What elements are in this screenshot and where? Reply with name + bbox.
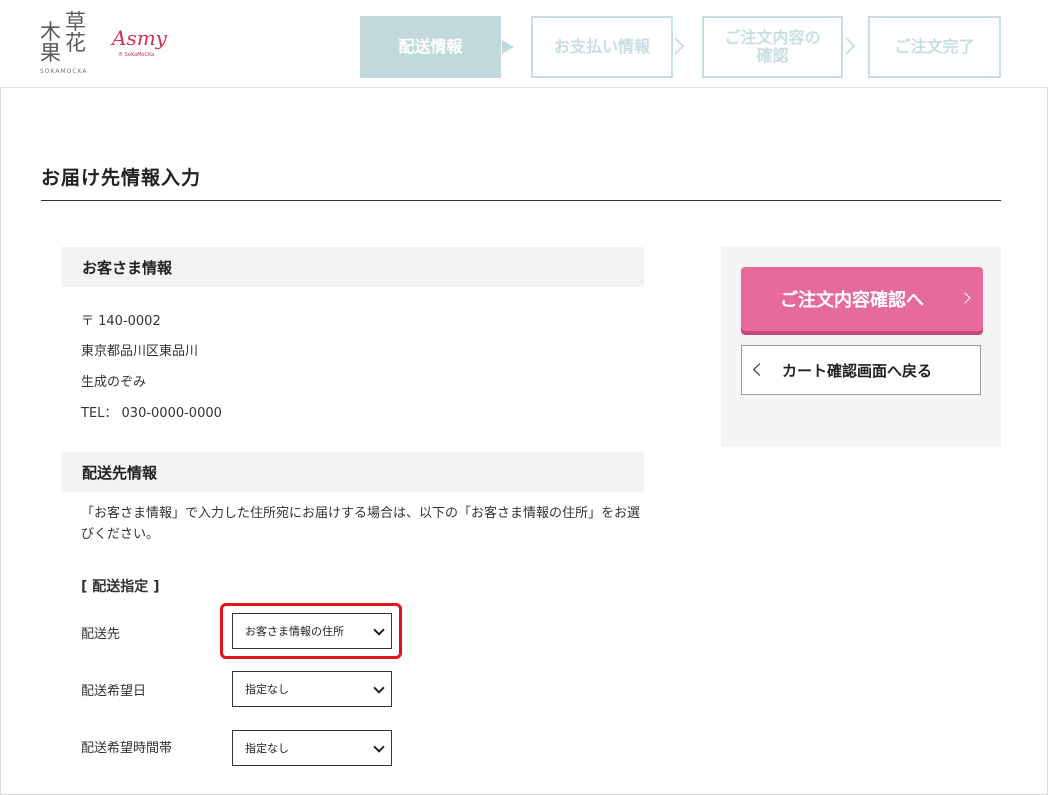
step-label: ご注文完了 — [894, 37, 975, 57]
chevron-right-icon — [959, 292, 971, 304]
delivery-date-label: 配送希望日 — [81, 684, 147, 699]
button-label: ご注文内容確認へ — [780, 290, 924, 311]
asmy-logo-text: Asmy — [112, 26, 167, 50]
delivery-date-select[interactable]: 指定なし — [232, 671, 392, 707]
section-heading-text: お客さま情報 — [82, 258, 173, 277]
logo-kanji: 果 — [40, 41, 61, 65]
customer-tel: TEL： 030-0000-0000 — [81, 406, 222, 421]
delivery-info-heading: 配送先情報 — [61, 452, 644, 492]
step-order-complete: ご注文完了 — [868, 16, 1001, 78]
delivery-spec-heading: [ 配送指定 ] — [81, 579, 160, 595]
logo-kanji: 花 — [65, 31, 86, 55]
customer-info-heading: お客さま情報 — [61, 247, 644, 287]
chevron-right-icon — [841, 40, 855, 54]
step-label: ご注文内容の 確認 — [724, 28, 821, 65]
chevron-down-icon — [373, 682, 385, 694]
step-label: お支払い情報 — [553, 37, 650, 57]
title-divider — [41, 200, 1001, 201]
page-title: お届け先情報入力 — [41, 167, 202, 189]
sokamocka-logo[interactable]: 草 花 木 果 SOKAMOCKA — [40, 12, 92, 76]
section-heading-text: 配送先情報 — [82, 463, 158, 482]
step-label: 配送情報 — [398, 37, 463, 57]
site-header: 草 花 木 果 SOKAMOCKA Asmy ® SoKaMoCKa 配送情報 … — [0, 0, 1048, 88]
delivery-time-select[interactable]: 指定なし — [232, 730, 392, 766]
customer-postal-code: 〒 140-0002 — [81, 314, 161, 329]
delivery-destination-label: 配送先 — [81, 627, 121, 642]
select-value: 指定なし — [245, 742, 289, 755]
chevron-right-icon — [502, 40, 514, 54]
chevron-down-icon — [373, 741, 385, 753]
asmy-logo[interactable]: Asmy ® SoKaMoCKa — [112, 28, 182, 68]
customer-name: 生成のぞみ — [81, 375, 147, 390]
order-confirm-button[interactable]: ご注文内容確認へ — [741, 267, 983, 331]
asmy-logo-subtitle: ® SoKaMoCKa — [118, 52, 155, 58]
delivery-time-label: 配送希望時間帯 — [81, 741, 173, 756]
step-delivery-info: 配送情報 — [360, 16, 501, 78]
delivery-notice: 「お客さま情報」で入力した住所宛にお届けする場合は、以下の「お客さま情報の住所」… — [81, 506, 641, 542]
button-label: カート確認画面へ戻る — [782, 361, 933, 380]
logo-kanji: 木 — [40, 20, 61, 44]
step-order-confirm: ご注文内容の 確認 — [702, 16, 843, 78]
step-payment-info: お支払い情報 — [531, 16, 673, 78]
customer-address: 東京都品川区東品川 — [81, 344, 199, 359]
logo-subtitle: SOKAMOCKA — [40, 68, 88, 75]
logo-kanji: 草 — [65, 10, 86, 34]
back-to-cart-button[interactable]: カート確認画面へ戻る — [741, 345, 981, 395]
highlight-box — [220, 603, 402, 659]
select-value: 指定なし — [245, 683, 289, 696]
chevron-left-icon — [753, 363, 766, 376]
chevron-right-icon — [670, 40, 684, 54]
